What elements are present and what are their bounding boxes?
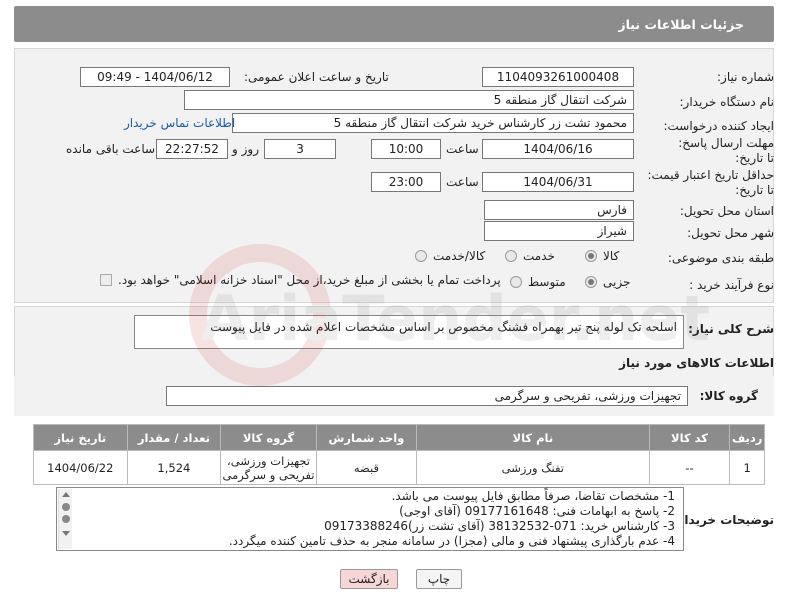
goods-section-title: اطلاعات کالاهای مورد نیاز (619, 356, 774, 370)
scroll-up-icon[interactable] (61, 492, 70, 497)
process-option-medium-label: متوسط (528, 275, 566, 289)
cell-group: تجهیزات ورزشی، تفریحی و سرگرمی (220, 450, 317, 485)
col-name: نام کالا (415, 424, 650, 451)
print-button[interactable]: چاپ (416, 569, 462, 589)
deadline-date-field: 1404/06/16 (482, 139, 634, 159)
radio-icon[interactable] (585, 250, 597, 262)
category-option-goods-service-label: کالا/خدمت (433, 249, 486, 263)
deadline-label: مهلت ارسال پاسخ: تا تاریخ: (678, 136, 774, 165)
need-number-label: شماره نیاز: (717, 70, 774, 84)
process-option-minor-label: جزیی (603, 275, 631, 289)
page-header: جزئیات اطلاعات نیاز (14, 6, 774, 42)
col-code: کد کالا (648, 424, 731, 451)
deadline-time-label: ساعت (446, 142, 479, 156)
radio-icon[interactable] (510, 276, 522, 288)
creator-label: ایجاد کننده درخواست: (663, 119, 774, 133)
note-line: 3- کارشناس خرید: 071-38132532 (آقای تشت … (324, 519, 675, 533)
announce-datetime-field: 1404/06/12 - 09:49 (80, 67, 230, 87)
deadline-time-field: 10:00 (371, 139, 441, 159)
cell-qty: 1,524 (126, 450, 222, 485)
deadline-days-field: 3 (264, 139, 336, 159)
province-field: فارس (484, 200, 634, 220)
cell-row: 1 (729, 450, 765, 485)
deadline-days-label: روز و (232, 142, 259, 156)
need-number-field: 1104093261000408 (482, 67, 634, 87)
process-option-minor[interactable]: جزیی (585, 275, 630, 289)
buyer-org-field: شرکت انتقال گاز منطقه 5 (184, 90, 634, 110)
remaining-time-label: ساعت باقی مانده (66, 142, 156, 156)
cell-unit: قبضه (315, 450, 417, 485)
buyer-notes-field: 1- مشخصات تقاضا، صرفاً مطابق فایل پیوست … (56, 487, 684, 551)
col-unit: واحد شمارش (315, 424, 417, 451)
category-label: طبقه بندی موضوعی: (667, 251, 774, 265)
creator-field: محمود تشت زر کارشناس خرید شرکت انتقال گا… (232, 113, 634, 133)
note-line: 4- عدم بارگذاری پیشنهاد فنی و مالی (مجزا… (228, 534, 675, 548)
items-table: ردیف کد کالا نام کالا واحد شمارش گروه کا… (33, 424, 765, 485)
table-header-row: ردیف کد کالا نام کالا واحد شمارش گروه کا… (33, 424, 765, 451)
buyer-contact-link[interactable]: اطلاعات تماس خریدار (124, 116, 235, 130)
cell-code: -- (648, 450, 731, 485)
goods-group-field: تجهیزات ورزشی، تفریحی و سرگرمی (166, 386, 688, 406)
scroll-down-icon[interactable] (61, 531, 70, 536)
radio-icon[interactable] (505, 250, 517, 262)
items-table-wrapper: ردیف کد کالا نام کالا واحد شمارش گروه کا… (33, 424, 765, 485)
announce-datetime-label: تاریخ و ساعت اعلان عمومی: (244, 70, 389, 84)
note-line: 1- مشخصات تقاضا، صرفاً مطابق فایل پیوست … (391, 489, 675, 503)
col-qty: تعداد / مقدار (126, 424, 222, 451)
page-title: جزئیات اطلاعات نیاز (618, 16, 744, 32)
description-field: اسلحه تک لوله پنج تیر بهمراه فشنگ مخصوص … (134, 315, 684, 349)
price-validity-time-label: ساعت (446, 175, 479, 189)
cell-date: 1404/06/22 (33, 450, 128, 485)
cell-name: تفنگ ورزشی (415, 450, 650, 485)
city-label: شهر محل تحویل: (687, 226, 774, 240)
col-group: گروه کالا (220, 424, 317, 451)
radio-icon[interactable] (585, 276, 597, 288)
back-button[interactable]: بازگشت (340, 569, 398, 589)
payment-note: پرداخت تمام یا بخشی از مبلغ خرید،از محل … (100, 273, 501, 287)
category-option-service-label: خدمت (523, 249, 555, 263)
notes-scrollbar[interactable] (58, 489, 72, 549)
remaining-time-field: 22:27:52 (156, 139, 228, 159)
category-option-goods[interactable]: کالا (585, 249, 619, 263)
category-option-goods-service[interactable]: کالا/خدمت (415, 249, 485, 263)
radio-icon[interactable] (415, 250, 427, 262)
process-option-medium[interactable]: متوسط (510, 275, 566, 289)
price-validity-date-field: 1404/06/31 (482, 172, 634, 192)
goods-group-label: گروه کالا: (699, 389, 758, 403)
category-option-service[interactable]: خدمت (505, 249, 555, 263)
description-label: شرح کلی نیاز: (688, 322, 774, 336)
buyer-org-label: نام دستگاه خریدار: (679, 95, 775, 109)
table-row: 1 -- تفنگ ورزشی قبضه تجهیزات ورزشی، تفری… (33, 450, 765, 485)
category-option-goods-label: کالا (603, 249, 620, 263)
scroll-thumb[interactable] (61, 515, 70, 523)
note-line: 2- پاسخ به ابهامات فنی: 09177161648 (آقا… (399, 504, 675, 518)
province-label: استان محل تحویل: (679, 204, 774, 218)
checkbox-icon[interactable] (100, 274, 112, 286)
buyer-notes-label: توضیحات خریدار: (672, 513, 774, 527)
col-row: ردیف (729, 424, 765, 451)
city-field: شیراز (484, 221, 634, 241)
price-validity-label: حداقل تاریخ اعتبار قیمت: تا تاریخ: (647, 168, 774, 197)
price-validity-time-field: 23:00 (371, 172, 441, 192)
col-date: تاریخ نیاز (33, 424, 128, 451)
process-type-label: نوع فرآیند خرید : (689, 278, 774, 292)
payment-note-text: پرداخت تمام یا بخشی از مبلغ خرید،از محل … (118, 273, 501, 287)
scroll-thumb[interactable] (61, 503, 70, 511)
